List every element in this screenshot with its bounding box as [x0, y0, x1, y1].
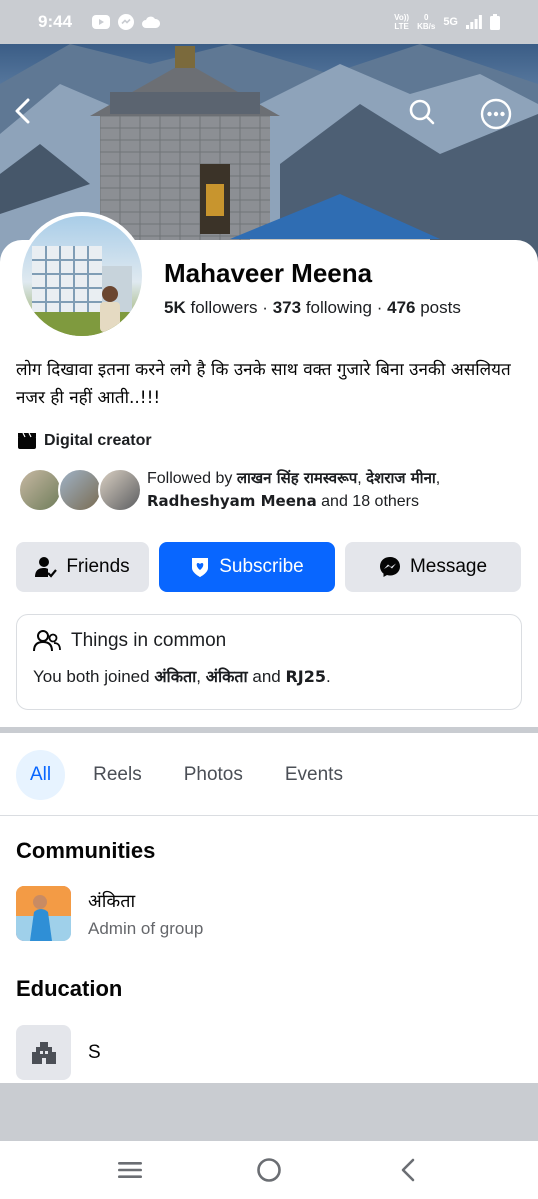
- chevron-left-icon: [402, 1158, 415, 1182]
- posts-label: posts: [420, 298, 461, 317]
- things-in-common-desc: You both joined अंकिता, अंकिता and RJ25.: [33, 665, 505, 687]
- volte-bottom: LTE: [394, 22, 409, 31]
- search-icon: [409, 99, 435, 125]
- common-group[interactable]: अंकिता: [154, 667, 196, 686]
- followers-label[interactable]: followers: [190, 298, 257, 317]
- profile-stats: 5K followers · 373 following · 476 posts: [164, 298, 461, 318]
- tab-photos[interactable]: Photos: [170, 750, 257, 800]
- communities-title: Communities: [16, 838, 156, 863]
- followed-by-name[interactable]: लाखन सिंह रामस्वरूप: [237, 469, 357, 487]
- volte-indicator: Vo)) LTE: [394, 13, 409, 31]
- following-label[interactable]: following: [306, 298, 372, 317]
- messenger-icon: [379, 557, 400, 577]
- common-and: and: [252, 667, 281, 686]
- things-in-common-card[interactable]: Things in common You both joined अंकिता,…: [16, 614, 522, 710]
- speed-value: 0: [423, 13, 429, 22]
- following-count[interactable]: 373: [273, 298, 301, 317]
- school-building-icon: [31, 1041, 56, 1064]
- stats-separator: ·: [262, 298, 268, 317]
- section-divider: [0, 727, 538, 733]
- category-label: Digital creator: [44, 432, 152, 449]
- system-nav-bar: [0, 1141, 538, 1199]
- followed-by-name[interactable]: देशराज मीना: [366, 469, 436, 487]
- tab-all[interactable]: All: [16, 750, 66, 800]
- posts-count: 476: [387, 298, 416, 317]
- community-item[interactable]: अंकिता Admin of group: [16, 886, 203, 941]
- common-group[interactable]: RJ25: [285, 667, 326, 686]
- profile-bio: लोग दिखावा इतना करने लगे है कि उनके साथ …: [16, 360, 511, 408]
- common-group[interactable]: अंकिता: [206, 667, 248, 686]
- menu-lines-icon: [117, 1162, 142, 1178]
- education-item[interactable]: S: [16, 1025, 101, 1080]
- back-button[interactable]: [12, 98, 52, 138]
- followed-by-prefix: Followed by: [147, 470, 233, 487]
- message-label: Message: [409, 556, 488, 577]
- followers-count[interactable]: 5K: [164, 298, 186, 317]
- search-button[interactable]: [408, 98, 448, 138]
- bottom-overlay: [0, 1083, 538, 1141]
- signal-label: 5G: [443, 16, 458, 28]
- friends-button[interactable]: Friends: [16, 542, 149, 592]
- profile-avatar[interactable]: [18, 212, 146, 340]
- education-title: Education: [16, 976, 123, 1001]
- things-in-common-title: Things in common: [71, 630, 227, 651]
- common-end: .: [326, 667, 331, 686]
- subscribe-label: Subscribe: [219, 556, 304, 577]
- more-options-button[interactable]: [480, 98, 520, 138]
- mutual-avatar[interactable]: [98, 468, 142, 512]
- followed-by-separator: ,: [435, 470, 441, 487]
- home-circle-icon: [257, 1158, 281, 1182]
- mutual-followers[interactable]: Followed by लाखन सिंह रामस्वरूप, देशराज …: [18, 466, 513, 514]
- volte-top: Vo)): [394, 13, 410, 22]
- speed-unit: KB/s: [417, 22, 436, 31]
- common-separator: ,: [196, 667, 201, 686]
- battery-icon: [490, 14, 500, 30]
- messenger-icon: [118, 14, 135, 30]
- stats-separator: ·: [376, 298, 383, 317]
- education-name: S: [88, 1041, 101, 1063]
- community-role: Admin of group: [88, 918, 204, 938]
- followed-by-text: Followed by लाखन सिंह रामस्वरूप, देशराज …: [147, 467, 513, 513]
- status-time: 9:44: [38, 12, 73, 31]
- home-button[interactable]: [249, 1150, 289, 1190]
- more-options-icon: [480, 98, 512, 130]
- message-button[interactable]: Message: [345, 542, 521, 592]
- speed-indicator: 0 KB/s: [417, 13, 435, 31]
- subscribe-shield-icon: [192, 558, 209, 577]
- followed-by-suffix[interactable]: and 18 others: [321, 493, 419, 510]
- profile-actions: Friends Subscribe Message: [16, 542, 521, 592]
- profile-category: Digital creator: [18, 432, 152, 450]
- people-icon: [33, 630, 61, 652]
- profile-tabs: All Reels Photos Events: [16, 750, 357, 800]
- back-arrow-icon: [15, 98, 30, 124]
- youtube-icon: [92, 15, 111, 29]
- clapperboard-icon: [18, 433, 36, 449]
- community-thumbnail: [16, 886, 71, 941]
- followed-by-separator: ,: [357, 470, 362, 487]
- education-thumbnail: [16, 1025, 71, 1080]
- friends-label: Friends: [66, 556, 130, 577]
- system-back-button[interactable]: [388, 1150, 428, 1190]
- community-name: अंकिता: [88, 890, 136, 912]
- profile-name: Mahaveer Meena: [164, 258, 373, 288]
- subscribe-button[interactable]: Subscribe: [159, 542, 335, 592]
- mutual-avatar[interactable]: [58, 468, 102, 512]
- tabs-divider: [0, 815, 538, 816]
- status-bar: 9:44 Vo)) LTE 0 KB/s 5G: [0, 0, 538, 44]
- mutual-avatar[interactable]: [18, 468, 62, 512]
- tab-reels[interactable]: Reels: [79, 750, 156, 800]
- tab-events[interactable]: Events: [271, 750, 357, 800]
- signal-icon: [466, 15, 482, 29]
- friend-check-icon: [35, 557, 58, 578]
- recents-button[interactable]: [110, 1150, 150, 1190]
- cloud-icon: [142, 16, 161, 28]
- common-prefix: You both joined: [33, 667, 150, 686]
- followed-by-name[interactable]: Radheshyam Meena: [147, 492, 317, 510]
